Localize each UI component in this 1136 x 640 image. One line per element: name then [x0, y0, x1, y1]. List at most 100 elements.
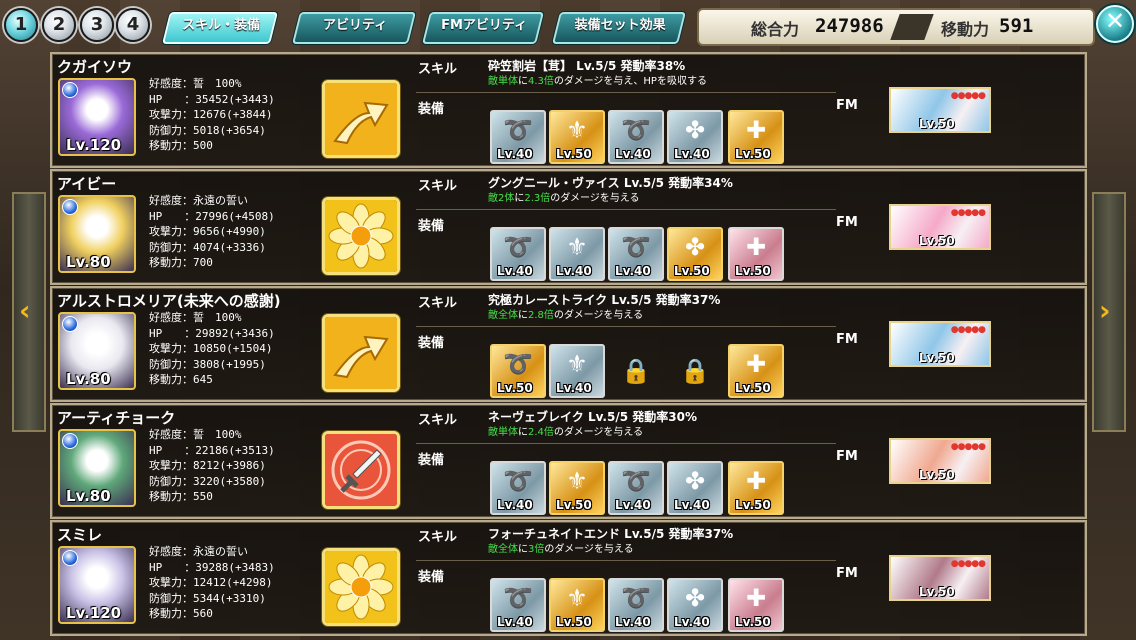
- party-2-button[interactable]: 2: [42, 8, 76, 42]
- equipment-slot[interactable]: ➰ Lv.40: [608, 227, 664, 281]
- equipment-slot[interactable]: ✚ Lv.50: [728, 344, 784, 398]
- tab-skill-equip[interactable]: スキル・装備: [162, 12, 278, 44]
- skill-target: 敵2体: [488, 193, 515, 204]
- fm-card[interactable]: ●●●●● Lv.50: [889, 555, 991, 601]
- equipment-level: Lv.50: [497, 381, 533, 395]
- character-portrait[interactable]: Lv.120: [58, 546, 136, 624]
- equipment-icon: ⚜: [566, 233, 588, 261]
- tab-ability[interactable]: アビリティ: [292, 12, 416, 44]
- party-4-button[interactable]: 4: [116, 8, 150, 42]
- equipment-slot[interactable]: ➰ Lv.40: [608, 578, 664, 632]
- tab-equip-set[interactable]: 装備セット効果: [552, 12, 686, 44]
- element-gem-icon: [62, 433, 78, 449]
- equipment-slot[interactable]: ➰ Lv.40: [490, 461, 546, 515]
- equipment-slot[interactable]: ✤ Lv.40: [667, 578, 723, 632]
- stat-line: 攻撃力：9656(+4990): [149, 225, 266, 239]
- equipment-slot[interactable]: ✤ Lv.40: [667, 461, 723, 515]
- locked-slot[interactable]: 🔒: [667, 344, 723, 398]
- equipment-slot[interactable]: ➰ Lv.40: [608, 110, 664, 164]
- equipment-slot[interactable]: ✚ Lv.50: [728, 461, 784, 515]
- equipment-slot[interactable]: ✚ Lv.50: [728, 227, 784, 281]
- skill-arrow-icon[interactable]: [322, 314, 400, 392]
- equipment-level: Lv.40: [674, 498, 710, 512]
- fm-card[interactable]: ●●●●● Lv.50: [889, 87, 991, 133]
- equipment-slot[interactable]: ⚜ Lv.40: [549, 344, 605, 398]
- lock-icon: 🔒: [680, 357, 710, 385]
- character-row: アルストロメリア(未来への感謝) Lv.80 好感度：誓 100% HP ：29892…: [50, 286, 1087, 402]
- skill-flower-icon[interactable]: [322, 197, 400, 275]
- stat-line: HP ：29892(+3436): [149, 326, 275, 340]
- fm-card[interactable]: ●●●●● Lv.50: [889, 438, 991, 484]
- character-stats: 好感度：誓 100% HP ：22186(+3513) 攻撃力：8212(+3986…: [149, 427, 275, 505]
- equip-label: 装備: [418, 570, 445, 585]
- move-power-label: 移動力: [941, 20, 990, 39]
- equipment-slot[interactable]: ⚜ Lv.50: [549, 578, 605, 632]
- character-portrait[interactable]: Lv.80: [58, 312, 136, 390]
- fm-label: FM: [836, 566, 858, 581]
- skill-desc-text: に: [518, 427, 528, 438]
- chevron-left-icon: ‹: [19, 294, 31, 327]
- character-portrait[interactable]: Lv.80: [58, 429, 136, 507]
- equipment-level: Lv.40: [615, 264, 651, 278]
- equipment-slot[interactable]: ➰ Lv.40: [490, 227, 546, 281]
- equipment-level: Lv.40: [497, 147, 533, 161]
- equipment-slot[interactable]: ⚜ Lv.50: [549, 461, 605, 515]
- equip-label: 装備: [418, 453, 445, 468]
- skill-desc-text: のダメージを与え、HPを吸収する: [553, 76, 707, 87]
- stat-line: 防御力：3220(+3580): [149, 474, 266, 488]
- character-row: アーティチョーク Lv.80 好感度：誓 100% HP ：22186(+3513) 攻…: [50, 403, 1087, 519]
- equipment-slot[interactable]: ✤ Lv.50: [667, 227, 723, 281]
- equipment-icon: ➰: [503, 350, 533, 378]
- party-3-button[interactable]: 3: [80, 8, 114, 42]
- prev-page-button[interactable]: ‹: [12, 192, 46, 432]
- equipment-level: Lv.50: [556, 615, 592, 629]
- equipment-slot[interactable]: ⚜ Lv.40: [549, 227, 605, 281]
- tab-fm-ability[interactable]: FMアビリティ: [422, 12, 544, 44]
- equipment-icon: ⚜: [566, 116, 588, 144]
- equipment-level: Lv.50: [556, 498, 592, 512]
- stat-line: HP ：39288(+3483): [149, 560, 275, 574]
- equipment-level: Lv.50: [735, 381, 771, 395]
- character-level: Lv.80: [66, 253, 111, 271]
- equipment-slot[interactable]: ➰ Lv.40: [490, 578, 546, 632]
- skill-sword-icon[interactable]: [322, 431, 400, 509]
- equipment-slot[interactable]: ➰ Lv.40: [490, 110, 546, 164]
- fm-card[interactable]: ●●●●● Lv.50: [889, 204, 991, 250]
- skill-description: 敵全体に2.8倍のダメージを与える: [488, 306, 643, 321]
- equipment-slot[interactable]: ⚜ Lv.50: [549, 110, 605, 164]
- skill-arrow-icon[interactable]: [322, 80, 400, 158]
- skill-desc-text: に: [518, 544, 528, 555]
- equipment-slot[interactable]: ✚ Lv.50: [728, 110, 784, 164]
- character-portrait[interactable]: Lv.120: [58, 78, 136, 156]
- next-page-button[interactable]: ›: [1092, 192, 1126, 432]
- skill-multiplier: 2.3倍: [524, 193, 551, 204]
- fm-level: Lv.50: [919, 234, 955, 248]
- skill-label: スキル: [418, 413, 458, 428]
- close-button[interactable]: ✕: [1096, 5, 1134, 43]
- equipment-slot[interactable]: ✤ Lv.40: [667, 110, 723, 164]
- fm-card[interactable]: ●●●●● Lv.50: [889, 321, 991, 367]
- element-gem-icon: [62, 199, 78, 215]
- skill-target: 敵全体: [488, 544, 518, 555]
- equipment-slot[interactable]: ➰ Lv.40: [608, 461, 664, 515]
- fm-hearts-icon: ●●●●●: [950, 91, 986, 101]
- equipment-icon: ✚: [745, 116, 767, 144]
- fm-hearts-icon: ●●●●●: [950, 325, 986, 335]
- party-1-button[interactable]: 1: [4, 8, 38, 42]
- fm-label: FM: [836, 98, 858, 113]
- skill-desc-text: に: [514, 193, 525, 204]
- skill-target: 敵単体: [488, 427, 518, 438]
- equipment-slot[interactable]: ✚ Lv.50: [728, 578, 784, 632]
- equipment-icon: ➰: [503, 467, 533, 495]
- character-portrait[interactable]: Lv.80: [58, 195, 136, 273]
- stat-line: 攻撃力：12412(+4298): [149, 576, 273, 590]
- equipment-slot[interactable]: ➰ Lv.50: [490, 344, 546, 398]
- equip-label: 装備: [418, 336, 445, 351]
- skill-description: 敵2体に2.3倍のダメージを与える: [488, 189, 639, 204]
- character-row: クガイソウ Lv.120 好感度：誓 100% HP ：35452(+3443) 攻撃力…: [50, 52, 1087, 168]
- fm-hearts-icon: ●●●●●: [950, 442, 986, 452]
- character-level: Lv.80: [66, 487, 111, 505]
- skill-flower-icon[interactable]: [322, 548, 400, 626]
- top-bar: 1 2 3 4 スキル・装備 アビリティ FMアビリティ 装備セット効果 総合力…: [0, 0, 1136, 48]
- locked-slot[interactable]: 🔒: [608, 344, 664, 398]
